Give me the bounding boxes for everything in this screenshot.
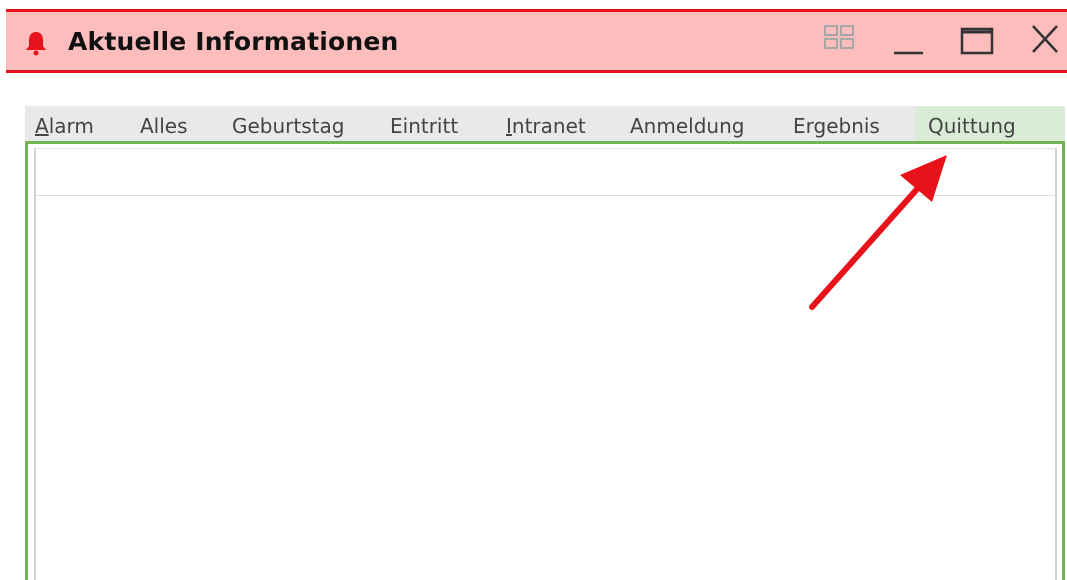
tab-alarm-access-key: A bbox=[35, 114, 49, 138]
annotation-arrow bbox=[809, 155, 947, 310]
tab-alarm[interactable]: Alarm bbox=[35, 106, 125, 143]
tab-intranet-label: ntranet bbox=[511, 114, 586, 138]
tab-geburtstag[interactable]: Geburtstag bbox=[232, 106, 372, 143]
minimize-button[interactable] bbox=[888, 22, 928, 62]
maximize-button[interactable] bbox=[957, 22, 997, 62]
maximize-icon bbox=[960, 27, 994, 55]
tab-quittung[interactable]: Quittung bbox=[915, 106, 1065, 143]
tab-alles[interactable]: Alles bbox=[140, 106, 220, 143]
layout-grid-icon bbox=[824, 25, 854, 49]
minimize-icon bbox=[894, 51, 923, 55]
tab-anmeldung[interactable]: Anmeldung bbox=[630, 106, 770, 143]
tab-intranet[interactable]: Intranet bbox=[506, 106, 606, 143]
tab-eintritt[interactable]: Eintritt bbox=[390, 106, 490, 143]
layout-grid-button[interactable] bbox=[820, 22, 860, 62]
close-button[interactable] bbox=[1027, 22, 1067, 62]
tab-bar: Alarm Alles Geburtstag Eintritt Intranet… bbox=[25, 106, 1065, 143]
tab-alarm-label: larm bbox=[48, 114, 94, 138]
close-icon bbox=[1032, 25, 1058, 53]
title-bar: Aktuelle Informationen bbox=[6, 9, 1067, 73]
tab-ergebnis[interactable]: Ergebnis bbox=[793, 106, 903, 143]
application-window: Aktuelle Informationen Alarm Alles Gebur… bbox=[0, 0, 1067, 580]
bell-icon bbox=[26, 32, 46, 56]
window-title: Aktuelle Informationen bbox=[68, 27, 399, 56]
